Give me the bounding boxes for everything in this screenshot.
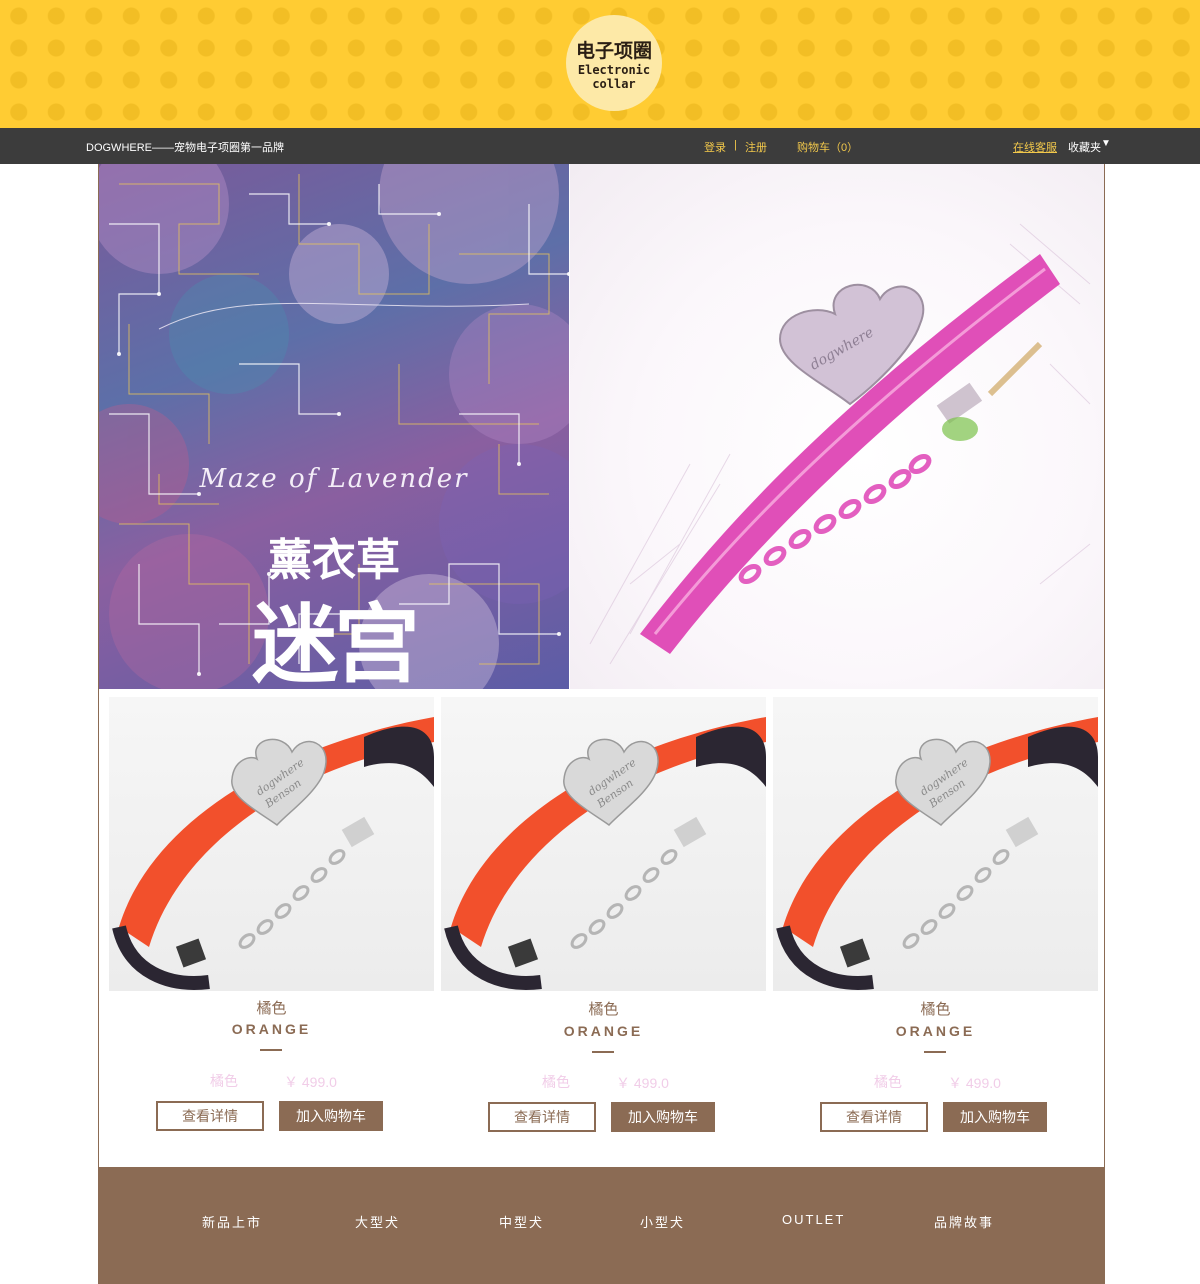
orange-collar-image: dogwhere Benson bbox=[776, 717, 1098, 990]
view-details-button[interactable]: 查看详情 bbox=[156, 1101, 264, 1131]
cart-link[interactable]: 购物车（0） bbox=[797, 139, 858, 155]
add-to-cart-button[interactable]: 加入购物车 bbox=[943, 1102, 1047, 1132]
chevron-down-icon[interactable]: ▼ bbox=[1101, 138, 1111, 149]
footer-item-large-dogs[interactable]: 大型犬 bbox=[355, 1212, 400, 1231]
footer-item-small-dogs[interactable]: 小型犬 bbox=[640, 1212, 685, 1231]
favorites-menu[interactable]: 收藏夹 bbox=[1068, 139, 1101, 155]
login-link[interactable]: 登录 bbox=[704, 139, 726, 155]
product-price: ￥ 499.0 bbox=[284, 1074, 337, 1090]
logo-title-en-2: collar bbox=[592, 76, 636, 91]
orange-collar-image: dogwhere Benson bbox=[444, 717, 766, 990]
product-name-cn: 橘色 bbox=[256, 1000, 287, 1017]
product-photo[interactable]: dogwhere Benson bbox=[773, 697, 1098, 991]
footer-item-outlet[interactable]: OUTLET bbox=[782, 1212, 845, 1227]
view-details-button[interactable]: 查看详情 bbox=[488, 1102, 596, 1132]
product-name-en: ORANGE bbox=[895, 1023, 976, 1039]
content-frame-right bbox=[1104, 164, 1105, 1167]
product-photo[interactable]: dogwhere Benson bbox=[441, 697, 766, 991]
divider bbox=[592, 1051, 614, 1053]
product-photo[interactable]: dogwhere Benson bbox=[109, 697, 434, 991]
product-name-en: ORANGE bbox=[563, 1023, 644, 1039]
footer-item-medium-dogs[interactable]: 中型犬 bbox=[499, 1212, 544, 1231]
pink-collar-image: dogwhere bbox=[589, 223, 1091, 665]
hero-script-title: Maze of Lavender bbox=[199, 464, 469, 494]
product-name-en: ORANGE bbox=[231, 1021, 312, 1037]
footer-item-brand-story[interactable]: 品牌故事 bbox=[934, 1212, 994, 1231]
price-label: 橘色 bbox=[210, 1073, 238, 1089]
footer-item-new-arrivals[interactable]: 新品上市 bbox=[202, 1212, 262, 1231]
product-price: ￥ 499.0 bbox=[616, 1075, 669, 1091]
add-to-cart-button[interactable]: 加入购物车 bbox=[279, 1101, 383, 1131]
product-card[interactable]: dogwhere Benson 橘色 ORANGE 橘色 ￥ 499.0 查看详… bbox=[441, 697, 766, 1137]
divider bbox=[260, 1049, 282, 1051]
view-details-button[interactable]: 查看详情 bbox=[820, 1102, 928, 1132]
product-name-cn: 橘色 bbox=[920, 1001, 951, 1018]
hero-banner-pink-collar[interactable]: dogwhere bbox=[570, 164, 1104, 689]
product-card[interactable]: dogwhere Benson 橘色 ORANGE 橘色 ￥ 499.0 查看详… bbox=[109, 697, 434, 1137]
price-label: 橘色 bbox=[874, 1074, 902, 1090]
header-banner: 电子项圈 Electronic collar bbox=[0, 0, 1200, 128]
price-label: 橘色 bbox=[542, 1074, 570, 1090]
logo-title-en: Electronic bbox=[577, 62, 651, 77]
hero-banner-maze[interactable]: Maze of Lavender 薰衣草 迷宫 bbox=[99, 164, 569, 689]
add-to-cart-button[interactable]: 加入购物车 bbox=[611, 1102, 715, 1132]
divider bbox=[924, 1051, 946, 1053]
footer-category-nav: 新品上市 大型犬 中型犬 小型犬 OUTLET 品牌故事 bbox=[98, 1167, 1105, 1284]
nav-separator: | bbox=[734, 139, 737, 151]
brand-logo[interactable]: 电子项圈 Electronic collar bbox=[566, 15, 662, 111]
top-nav-bar: DOGWHERE——宠物电子项圈第一品牌 登录 | 注册 购物车（0） 在线客服… bbox=[0, 128, 1200, 164]
online-service-link[interactable]: 在线客服 bbox=[1013, 139, 1057, 155]
product-card[interactable]: dogwhere Benson 橘色 ORANGE 橘色 ￥ 499.0 查看详… bbox=[773, 697, 1098, 1137]
product-price: ￥ 499.0 bbox=[948, 1075, 1001, 1091]
orange-collar-image: dogwhere Benson bbox=[112, 717, 434, 990]
product-name-cn: 橘色 bbox=[588, 1001, 619, 1018]
brand-slogan: DOGWHERE——宠物电子项圈第一品牌 bbox=[86, 142, 284, 154]
register-link[interactable]: 注册 bbox=[745, 139, 767, 155]
hero-title-line-2: 迷宫 bbox=[252, 595, 420, 689]
logo-title-cn: 电子项圈 bbox=[575, 39, 652, 62]
